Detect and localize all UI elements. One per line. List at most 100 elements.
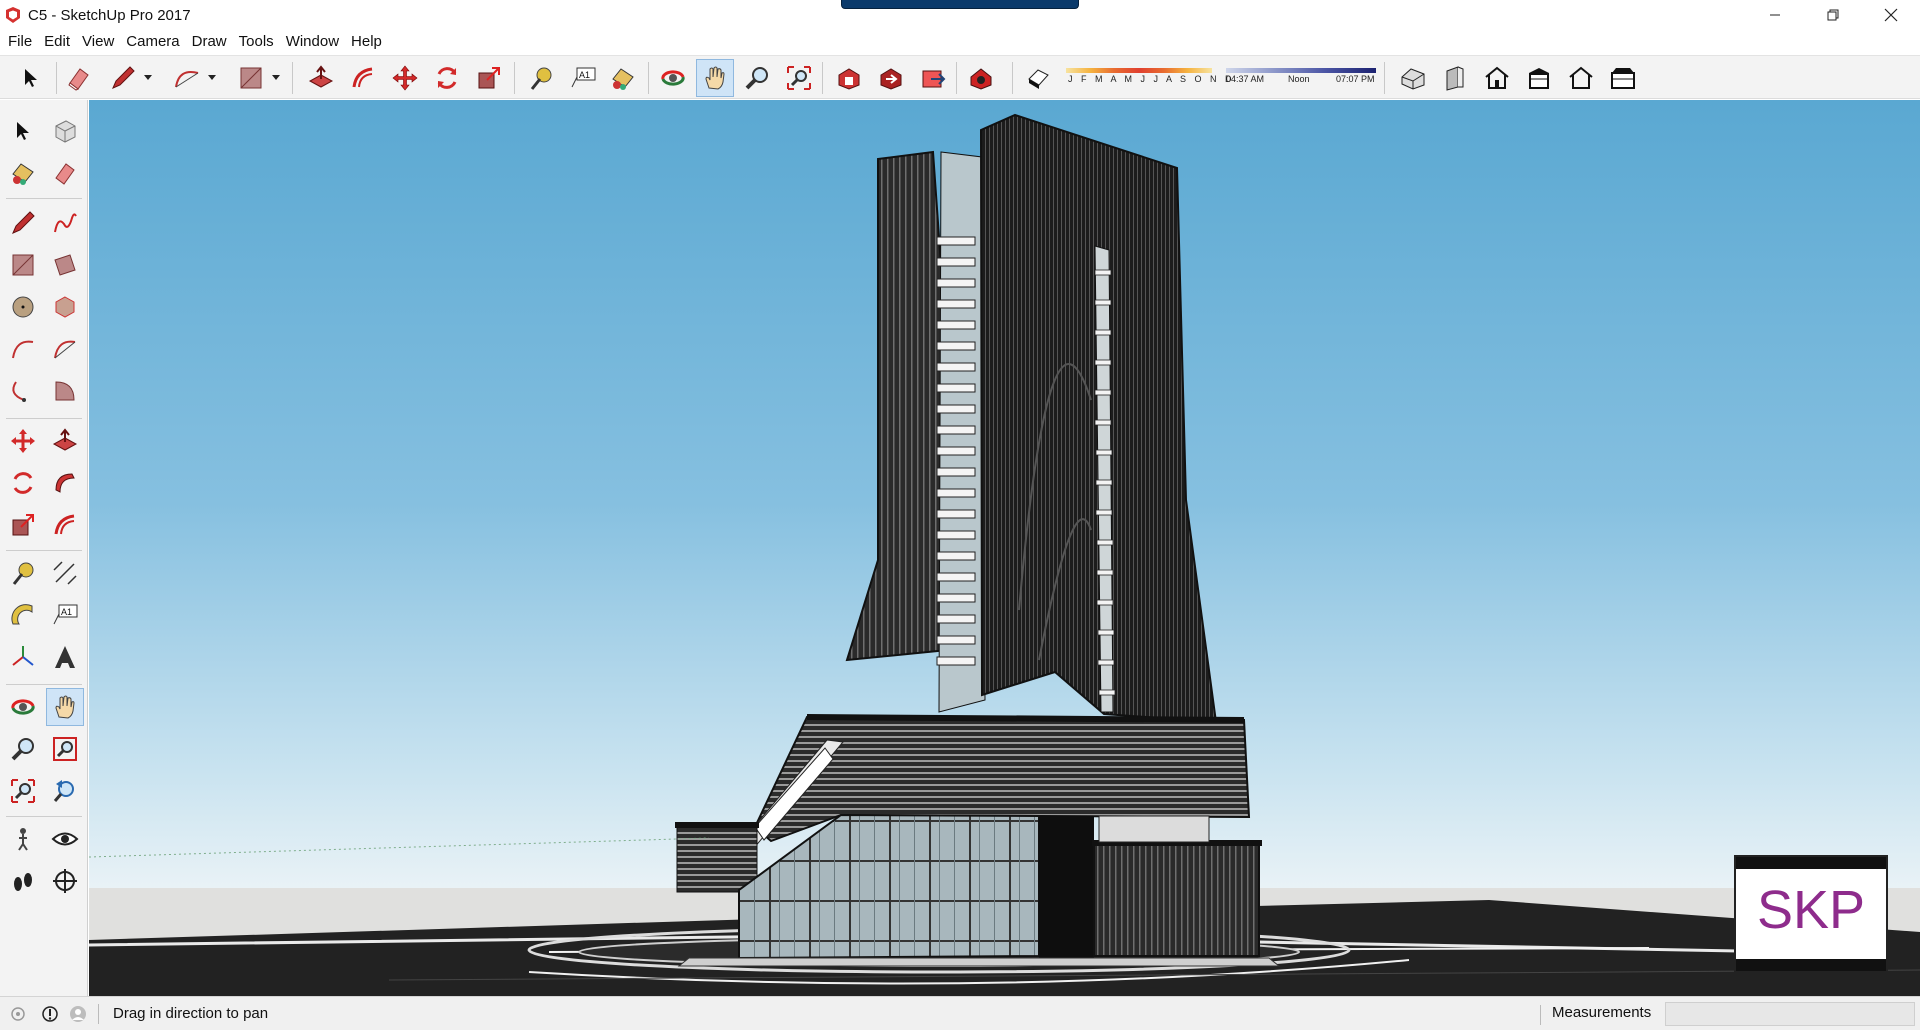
lt-three-point-arc-button[interactable] — [4, 372, 42, 410]
lt-polygon-button[interactable] — [46, 288, 84, 326]
lt-move-button[interactable] — [4, 422, 42, 460]
lt-component-button[interactable] — [46, 112, 84, 150]
lt-rectangle-button[interactable] — [4, 246, 42, 284]
extension-warehouse-icon — [970, 68, 992, 90]
measurements-input[interactable] — [1665, 1002, 1915, 1026]
rectangle-tool-button[interactable] — [232, 59, 270, 97]
menu-window[interactable]: Window — [280, 33, 345, 50]
lt-rotated-rectangle-button[interactable] — [46, 246, 84, 284]
menu-camera[interactable]: Camera — [120, 33, 185, 50]
building-model-scene[interactable] — [89, 100, 1920, 996]
protractor-icon — [11, 604, 33, 625]
menu-edit[interactable]: Edit — [38, 33, 76, 50]
lt-3d-text-button[interactable] — [46, 638, 84, 676]
model-viewport[interactable]: SKP — [89, 100, 1920, 996]
lt-protractor-button[interactable] — [4, 596, 42, 634]
credits-icon[interactable] — [40, 1004, 60, 1024]
orbit-icon — [11, 699, 35, 715]
front-view-button[interactable] — [1478, 59, 1516, 97]
lt-walk-button[interactable] — [4, 862, 42, 900]
lt-zoom-button[interactable] — [4, 730, 42, 768]
shape-tool-dropdown[interactable] — [266, 59, 286, 97]
iso-view-button[interactable] — [1394, 59, 1432, 97]
geo-location-icon[interactable] — [8, 1004, 28, 1024]
rotate-icon — [437, 67, 457, 89]
top-view-button[interactable] — [1520, 59, 1558, 97]
left-view-button[interactable] — [1604, 59, 1642, 97]
svg-text:A1: A1 — [579, 70, 590, 80]
back-view-button[interactable] — [1562, 59, 1600, 97]
text-label-icon: A1 — [53, 604, 78, 625]
lt-orbit-button[interactable] — [4, 688, 42, 726]
pan-tool-button[interactable] — [696, 59, 734, 97]
minimize-button[interactable] — [1746, 0, 1804, 30]
lt-follow-me-button[interactable] — [46, 464, 84, 502]
zoom-extents-button[interactable] — [780, 59, 818, 97]
lt-previous-view-button[interactable] — [46, 772, 84, 810]
month-slider[interactable]: J F M A M J J A S O N D — [1066, 68, 1232, 86]
lt-scale-button[interactable] — [4, 506, 42, 544]
paint-bucket-tool-button[interactable] — [604, 59, 642, 97]
user-account-icon[interactable] — [68, 1004, 88, 1024]
select-tool-button[interactable] — [12, 59, 50, 97]
lt-section-plane-button[interactable] — [46, 862, 84, 900]
menu-file[interactable]: File — [2, 33, 38, 50]
line-tool-button[interactable] — [104, 59, 142, 97]
lt-axes-button[interactable] — [4, 638, 42, 676]
lt-circle-button[interactable] — [4, 288, 42, 326]
lt-pan-button[interactable] — [46, 688, 84, 726]
menu-draw[interactable]: Draw — [186, 33, 233, 50]
move-tool-button[interactable] — [386, 59, 424, 97]
line-tool-dropdown[interactable] — [138, 59, 158, 97]
lt-push-pull-button[interactable] — [46, 422, 84, 460]
menu-view[interactable]: View — [76, 33, 120, 50]
lt-select-button[interactable] — [4, 112, 42, 150]
extension-warehouse-button[interactable] — [962, 59, 1000, 97]
eraser-tool-button[interactable] — [60, 59, 98, 97]
right-view-button[interactable] — [1436, 59, 1474, 97]
rotate-tool-button[interactable] — [428, 59, 466, 97]
lt-two-point-arc-button[interactable] — [46, 330, 84, 368]
eye-icon — [51, 832, 79, 846]
arc-tool-button[interactable] — [168, 59, 206, 97]
lt-text-button[interactable]: A1 — [46, 596, 84, 634]
restore-button[interactable] — [1804, 0, 1862, 30]
push-pull-tool-button[interactable] — [302, 59, 340, 97]
lt-dimension-button[interactable] — [46, 554, 84, 592]
zoom-tool-button[interactable] — [738, 59, 776, 97]
menu-bar: File Edit View Camera Draw Tools Window … — [0, 30, 1920, 52]
left-view-icon — [1611, 68, 1635, 89]
lt-freehand-button[interactable] — [46, 204, 84, 242]
share-component-button[interactable] — [914, 59, 952, 97]
shadows-toggle-button[interactable] — [1020, 59, 1058, 97]
lt-pie-button[interactable] — [46, 372, 84, 410]
text-tool-button[interactable]: A1 — [564, 59, 602, 97]
select-arrow-icon — [17, 122, 29, 140]
tape-measure-tool-button[interactable] — [522, 59, 560, 97]
warehouse-button[interactable] — [830, 59, 868, 97]
axes-icon — [12, 646, 34, 666]
lt-line-button[interactable] — [4, 204, 42, 242]
menu-tools[interactable]: Tools — [233, 33, 280, 50]
close-button[interactable] — [1862, 0, 1920, 30]
previous-view-icon — [53, 780, 74, 802]
lt-zoom-extents-button[interactable] — [4, 772, 42, 810]
offset-tool-button[interactable] — [344, 59, 382, 97]
restore-icon — [1827, 9, 1839, 21]
lt-position-camera-button[interactable] — [4, 820, 42, 858]
lt-eraser-button[interactable] — [46, 154, 84, 192]
lt-arc-button[interactable] — [4, 330, 42, 368]
share-model-button[interactable] — [872, 59, 910, 97]
arc-tool-dropdown[interactable] — [202, 59, 222, 97]
lt-offset-button[interactable] — [46, 506, 84, 544]
lt-tape-measure-button[interactable] — [4, 554, 42, 592]
lt-paint-bucket-button[interactable] — [4, 154, 42, 192]
scale-tool-button[interactable] — [470, 59, 508, 97]
orbit-tool-button[interactable] — [654, 59, 692, 97]
chevron-down-icon — [272, 75, 280, 80]
menu-help[interactable]: Help — [345, 33, 388, 50]
lt-rotate-button[interactable] — [4, 464, 42, 502]
lt-zoom-window-button[interactable] — [46, 730, 84, 768]
time-slider[interactable]: 04:37 AM Noon 07:07 PM — [1226, 68, 1376, 86]
lt-look-around-button[interactable] — [46, 820, 84, 858]
